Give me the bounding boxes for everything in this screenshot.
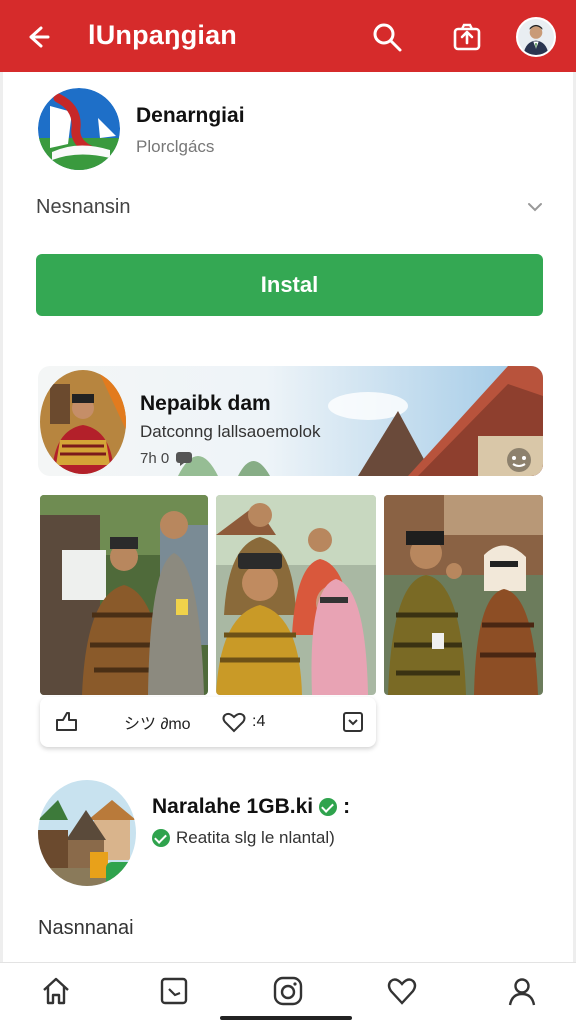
featured-meta: 7h 0 (140, 450, 193, 467)
reaction-icon[interactable] (503, 446, 535, 474)
heart-icon (222, 712, 246, 733)
second-post-subtitle-row: Reatita slg le nlantal) (152, 828, 335, 848)
bottom-navigation (0, 962, 576, 1024)
back-arrow-icon[interactable] (22, 22, 52, 52)
gallery-photo-3[interactable] (384, 495, 543, 695)
like-count: :4 (252, 713, 266, 730)
app-name: Denarngiai (136, 104, 245, 127)
gallery-photo-2[interactable] (216, 495, 376, 695)
search-icon[interactable] (370, 20, 404, 54)
repost-icon (56, 712, 77, 731)
share-action[interactable]: シツ ∂mo (124, 709, 191, 735)
verified-badge-icon (319, 798, 338, 816)
verified-badge-icon (152, 829, 170, 847)
share-icon[interactable] (450, 20, 484, 54)
description-label: Nesnansin (36, 196, 131, 218)
second-post-title-row: Naralahe 1GB.ki : (152, 795, 350, 819)
second-post-title: Naralahe 1GB.ki (152, 795, 314, 818)
media-icon[interactable] (158, 975, 190, 1007)
gallery-photo-1[interactable] (40, 495, 208, 695)
photo-gallery (40, 495, 543, 695)
profile-icon[interactable] (506, 975, 538, 1007)
like-action[interactable]: :4 (222, 709, 265, 735)
camera-icon[interactable] (272, 975, 304, 1007)
heart-nav-icon[interactable] (386, 975, 418, 1007)
section-label: Nasnnanai (38, 917, 134, 939)
app-subtitle: Plorclgács (136, 137, 215, 156)
profile-avatar[interactable] (516, 17, 556, 57)
save-action[interactable] (342, 709, 364, 735)
featured-subtitle: Datconng lallsaoemolok (140, 422, 321, 441)
repost-action[interactable] (54, 709, 80, 735)
home-icon[interactable] (40, 975, 72, 1007)
description-toggle[interactable]: Nesnansin (36, 196, 546, 224)
home-indicator (220, 1016, 352, 1020)
second-post-subtitle: Reatita slg le nlantal) (176, 828, 335, 847)
featured-avatar[interactable] (40, 370, 126, 474)
app-logo (38, 88, 120, 170)
post-actions: シツ ∂mo :4 (40, 697, 376, 747)
featured-title: Nepaibk dam (140, 392, 271, 415)
comment-icon (176, 451, 193, 466)
top-app-bar: lUnpaŋgian (0, 0, 576, 72)
second-post-avatar[interactable] (38, 780, 136, 886)
page-title: lUnpaŋgian (88, 20, 237, 50)
chevron-down-icon (528, 203, 542, 212)
bookmark-icon (343, 712, 363, 732)
share-action-label: シツ ∂mo (124, 716, 191, 733)
featured-time: 7h 0 (140, 450, 170, 467)
more-options-icon[interactable]: : (343, 795, 350, 819)
install-button[interactable]: Instal (36, 254, 543, 316)
